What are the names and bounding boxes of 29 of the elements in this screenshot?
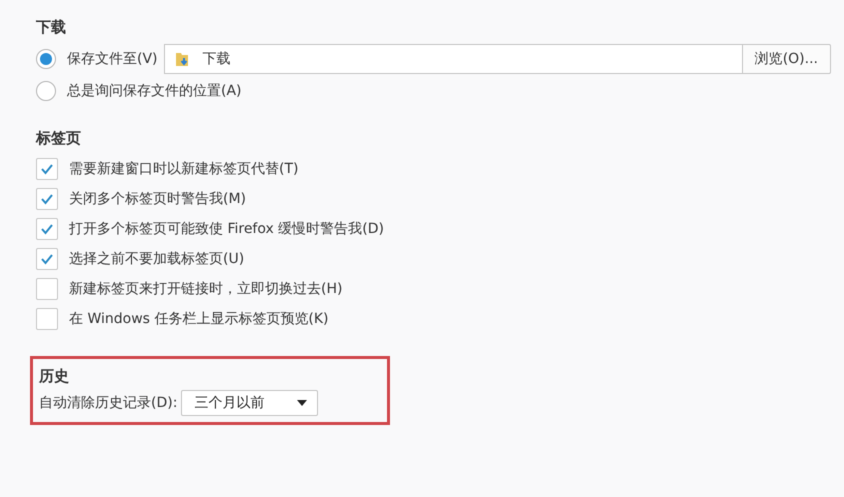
checkmark-icon	[40, 223, 54, 235]
option-label: 自动清除历史记录(D):	[39, 394, 178, 412]
folder-field[interactable]: 下载	[164, 44, 742, 74]
option-label: 在 Windows 任务栏上显示标签页预览(K)	[69, 310, 328, 328]
option-label: 关闭多个标签页时警告我(M)	[69, 190, 246, 208]
caret-icon	[297, 400, 308, 406]
section-heading: 历史	[39, 367, 70, 386]
checkmark-icon	[40, 193, 54, 205]
history-dropdown[interactable]: 三个月以前	[181, 390, 318, 416]
option-label: 新建标签页来打开链接时，立即切换过去(H)	[69, 280, 342, 298]
option-label: 打开多个标签页可能致使 Firefox 缓慢时警告我(D)	[69, 220, 384, 238]
checkbox[interactable]	[36, 188, 58, 210]
checkmark-icon	[40, 253, 54, 265]
checkmark-icon	[40, 163, 54, 175]
option-label: 需要新建窗口时以新建标签页代替(T)	[69, 160, 298, 178]
checkbox[interactable]	[36, 278, 58, 300]
option-label: 保存文件至(V)	[67, 50, 158, 68]
radio-button[interactable]	[36, 81, 56, 101]
option-label: 选择之前不要加载标签页(U)	[69, 250, 244, 268]
checkbox[interactable]	[36, 248, 58, 270]
radio-button[interactable]	[36, 49, 56, 69]
checkbox[interactable]	[36, 218, 58, 240]
section-heading: 下载	[36, 18, 67, 37]
section-heading: 标签页	[36, 129, 82, 148]
browse-button[interactable]: 浏览(O)...	[742, 44, 831, 74]
checkbox[interactable]	[36, 158, 58, 180]
checkbox[interactable]	[36, 308, 58, 330]
option-label: 总是询问保存文件的位置(A)	[67, 82, 242, 100]
folder-icon	[174, 50, 191, 68]
